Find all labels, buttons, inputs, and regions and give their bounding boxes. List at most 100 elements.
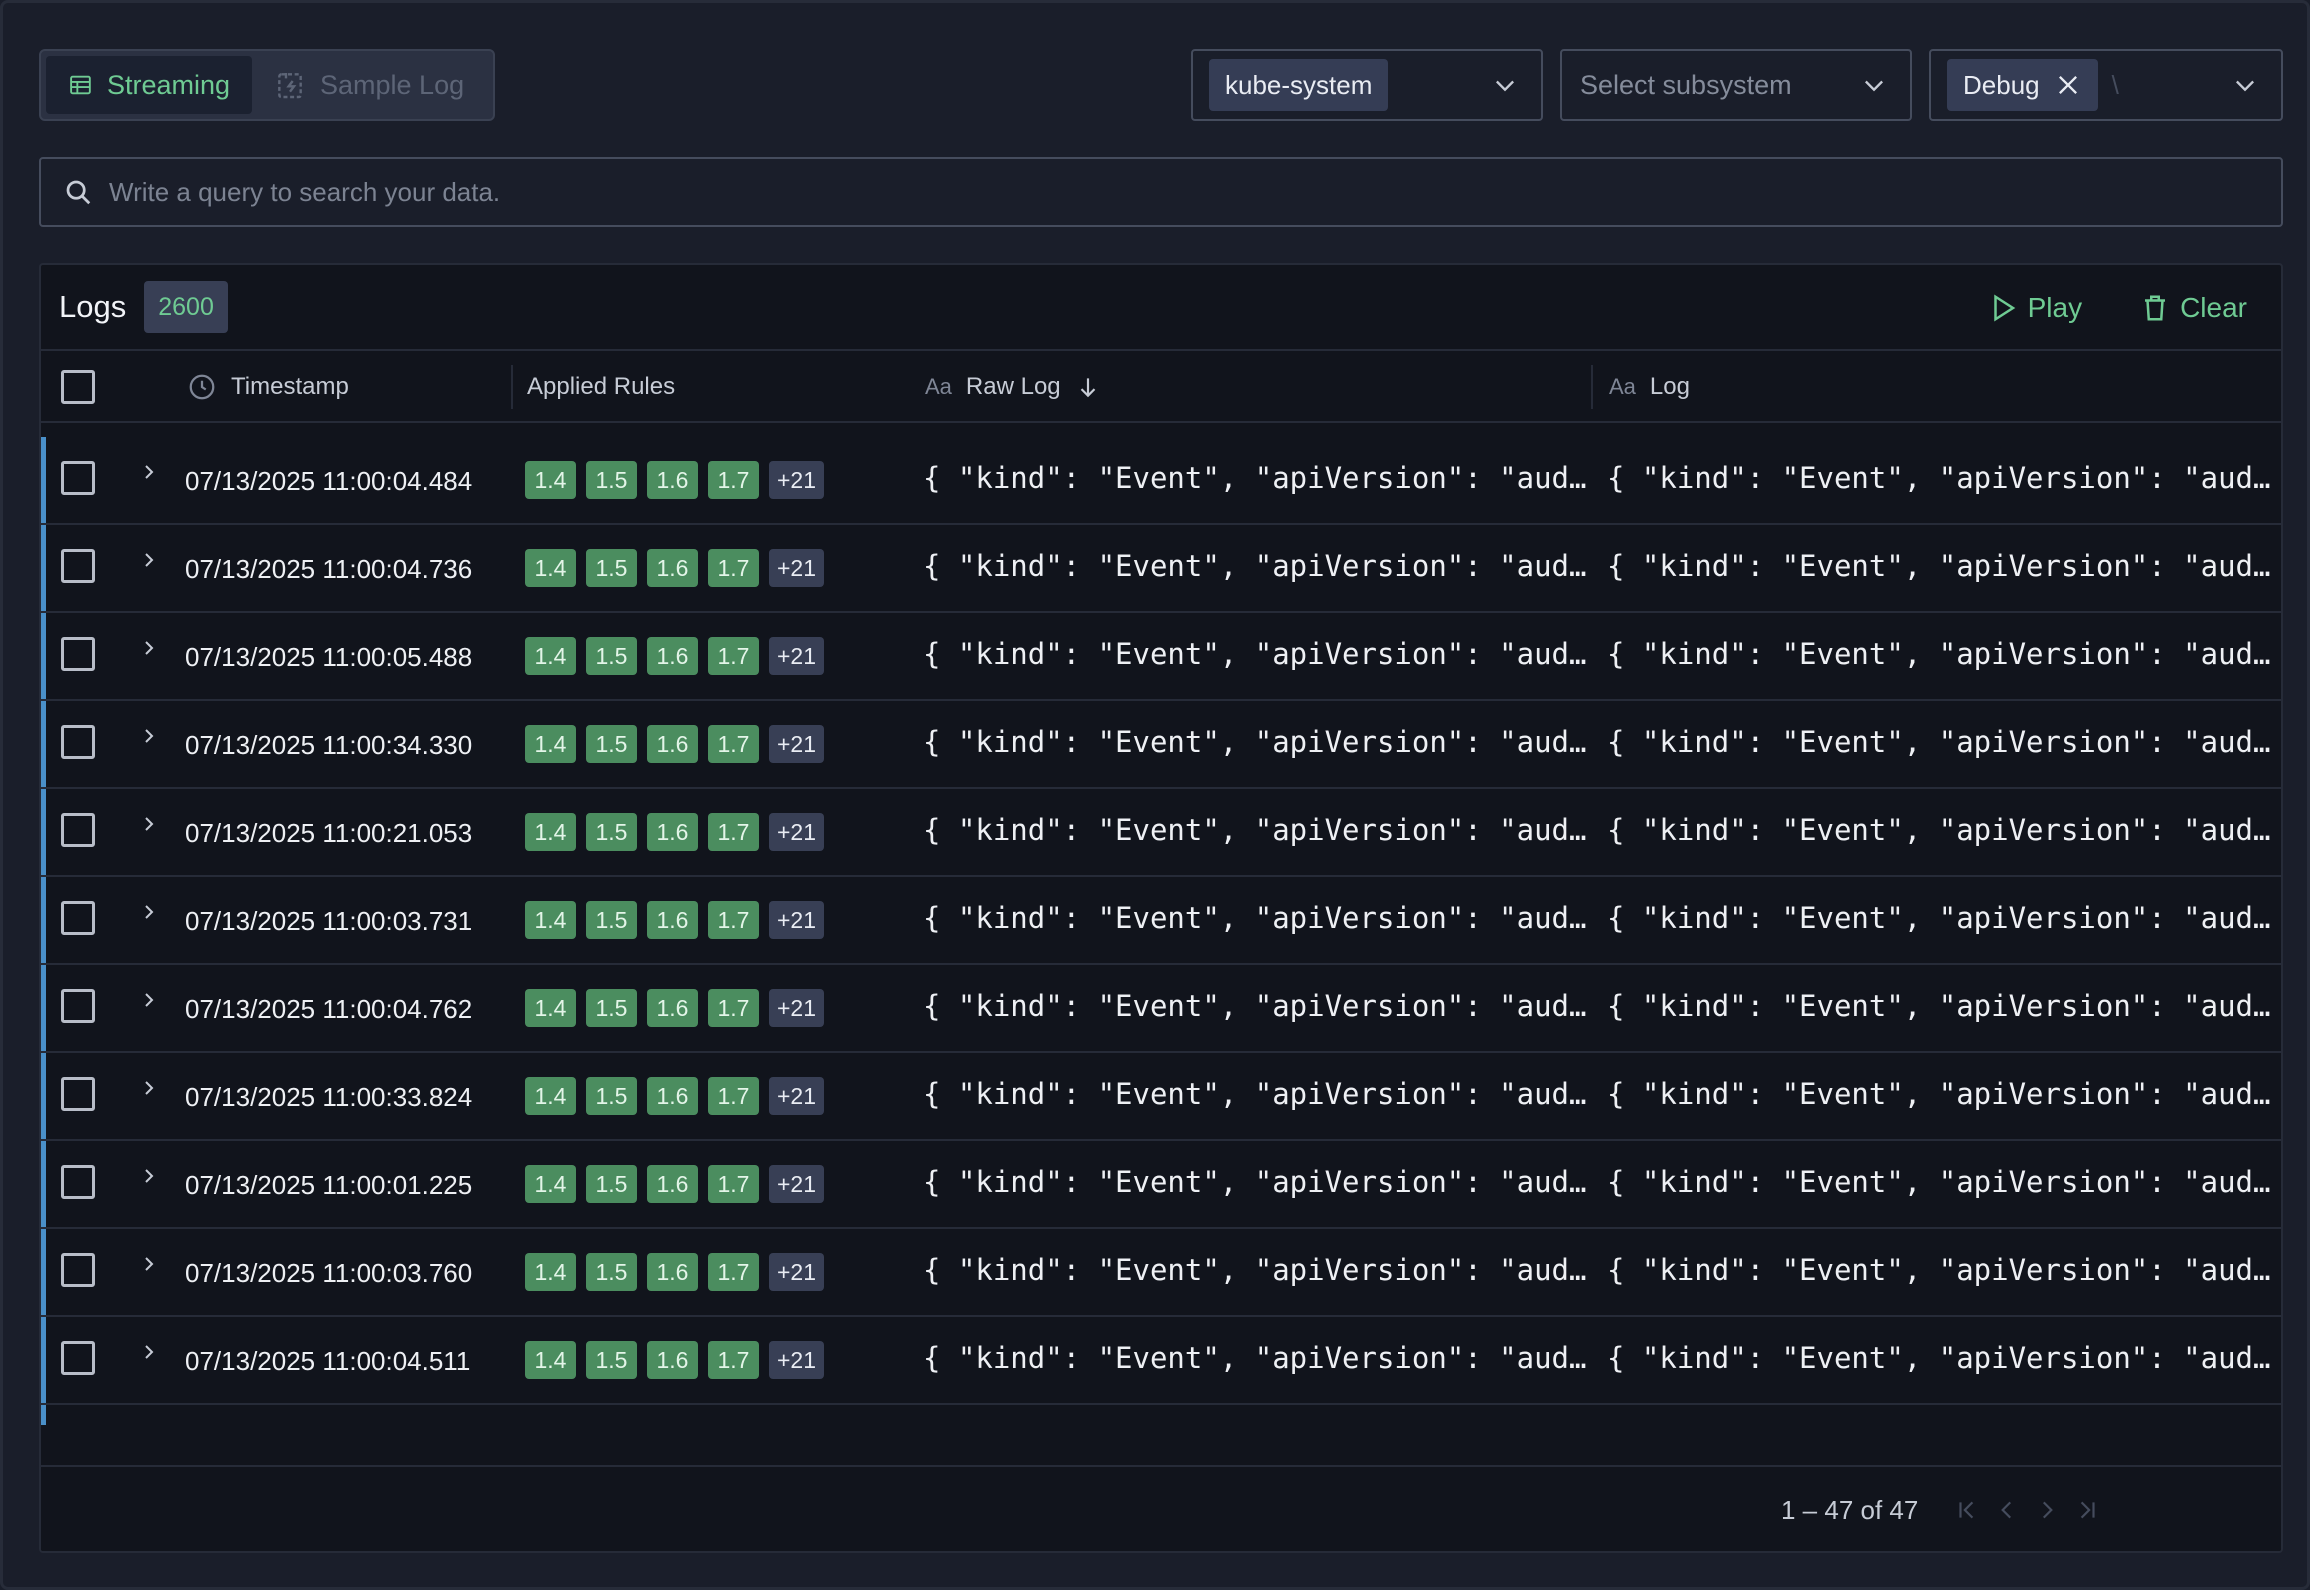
rule-badge[interactable]: 1.4	[525, 1253, 576, 1291]
first-page-button[interactable]	[1951, 1493, 1983, 1527]
play-button[interactable]: Play	[1988, 292, 2082, 324]
rule-badge[interactable]: 1.5	[586, 901, 637, 939]
more-rules-badge[interactable]: +21	[769, 813, 825, 851]
rule-badge[interactable]: 1.4	[525, 813, 576, 851]
rule-badge[interactable]: 1.7	[708, 461, 759, 499]
rule-badge[interactable]: 1.7	[708, 901, 759, 939]
rule-badge[interactable]: 1.7	[708, 813, 759, 851]
rule-badge[interactable]: 1.5	[586, 549, 637, 587]
table-row[interactable]: 07/13/2025 11:00:03.760 1.4 1.5 1.6 1.7 +21 { …	[41, 1229, 2281, 1317]
close-icon[interactable]	[2054, 71, 2082, 99]
rule-badge[interactable]: 1.5	[586, 813, 637, 851]
table-row[interactable]: 07/13/2025 11:00:01.7261.41.51.61.7+21{ …	[41, 1405, 2281, 1425]
subsystem-select[interactable]: Select subsystem	[1560, 49, 1912, 121]
clear-button[interactable]: Clear	[2140, 292, 2247, 324]
chevron-right-icon[interactable]	[137, 457, 161, 487]
chevron-right-icon[interactable]	[137, 985, 161, 1015]
row-checkbox[interactable]	[61, 1341, 95, 1375]
chevron-right-icon[interactable]	[137, 633, 161, 663]
timestamp-column-header[interactable]: Timestamp	[187, 351, 349, 423]
rule-badge[interactable]: 1.4	[525, 725, 576, 763]
rule-badge[interactable]: 1.6	[647, 1253, 698, 1291]
chevron-down-icon[interactable]	[1860, 71, 1888, 99]
chevron-right-icon[interactable]	[137, 1161, 161, 1191]
raw-log-column-header[interactable]: Aa Raw Log	[925, 351, 1101, 423]
table-row[interactable]: 07/13/2025 11:00:04.736 1.4 1.5 1.6 1.7 +21 { …	[41, 525, 2281, 613]
more-rules-badge[interactable]: +21	[769, 989, 825, 1027]
row-checkbox[interactable]	[61, 1253, 95, 1287]
namespace-chip[interactable]: kube-system	[1209, 59, 1389, 111]
rule-badge[interactable]: 1.6	[647, 1165, 698, 1203]
rule-badge[interactable]: 1.5	[586, 1077, 637, 1115]
rule-badge[interactable]: 1.7	[708, 1165, 759, 1203]
next-page-button[interactable]	[2031, 1493, 2063, 1527]
level-chip[interactable]: Debug	[1947, 59, 2098, 111]
chevron-right-icon[interactable]	[137, 1073, 161, 1103]
sort-down-icon[interactable]	[1075, 374, 1101, 400]
rule-badge[interactable]: 1.7	[708, 549, 759, 587]
rule-badge[interactable]: 1.5	[586, 989, 637, 1027]
prev-page-button[interactable]	[1991, 1493, 2023, 1527]
more-rules-badge[interactable]: +21	[769, 901, 825, 939]
rule-badge[interactable]: 1.6	[647, 1077, 698, 1115]
level-select[interactable]: Debug \	[1929, 49, 2283, 121]
rule-badge[interactable]: 1.7	[708, 725, 759, 763]
rule-badge[interactable]: 1.4	[525, 549, 576, 587]
row-checkbox[interactable]	[61, 725, 95, 759]
rule-badge[interactable]: 1.7	[708, 1253, 759, 1291]
table-row[interactable]: 07/13/2025 11:00:05.488 1.4 1.5 1.6 1.7 +21 { …	[41, 613, 2281, 701]
rule-badge[interactable]: 1.4	[525, 461, 576, 499]
rule-badge[interactable]: 1.4	[525, 1341, 576, 1379]
row-checkbox[interactable]	[61, 989, 95, 1023]
sample-log-mode-button[interactable]: Sample Log	[252, 56, 486, 114]
last-page-button[interactable]	[2071, 1493, 2103, 1527]
chevron-down-icon[interactable]	[1491, 71, 1519, 99]
rule-badge[interactable]: 1.4	[525, 989, 576, 1027]
more-rules-badge[interactable]: +21	[769, 725, 825, 763]
table-row[interactable]: 07/13/2025 11:00:04.511 1.4 1.5 1.6 1.7 +21 { …	[41, 1317, 2281, 1405]
table-row[interactable]: 07/13/2025 11:00:03.731 1.4 1.5 1.6 1.7 +21 { …	[41, 877, 2281, 965]
rule-badge[interactable]: 1.5	[586, 637, 637, 675]
chevron-down-icon[interactable]	[2231, 71, 2259, 99]
rule-badge[interactable]: 1.5	[586, 725, 637, 763]
more-rules-badge[interactable]: +21	[769, 1341, 825, 1379]
rule-badge[interactable]: 1.7	[708, 1077, 759, 1115]
rule-badge[interactable]: 1.6	[647, 637, 698, 675]
rule-badge[interactable]: 1.6	[647, 549, 698, 587]
table-row[interactable]: 07/13/2025 11:00:04.762 1.4 1.5 1.6 1.7 +21 { …	[41, 965, 2281, 1053]
select-all-checkbox[interactable]	[61, 370, 95, 404]
table-row[interactable]: 07/13/2025 11:00:21.053 1.4 1.5 1.6 1.7 +21 { …	[41, 789, 2281, 877]
streaming-mode-button[interactable]: Streaming	[46, 56, 252, 114]
rule-badge[interactable]: 1.6	[647, 725, 698, 763]
row-checkbox[interactable]	[61, 901, 95, 935]
rule-badge[interactable]: 1.6	[647, 461, 698, 499]
log-column-header[interactable]: Aa Log	[1609, 351, 1690, 423]
rules-column-header[interactable]: Applied Rules	[527, 351, 675, 423]
row-checkbox[interactable]	[61, 813, 95, 847]
more-rules-badge[interactable]: +21	[769, 1165, 825, 1203]
more-rules-badge[interactable]: +21	[769, 461, 825, 499]
chevron-right-icon[interactable]	[137, 809, 161, 839]
rule-badge[interactable]: 1.5	[586, 1341, 637, 1379]
rule-badge[interactable]: 1.7	[708, 637, 759, 675]
row-checkbox[interactable]	[61, 1165, 95, 1199]
more-rules-badge[interactable]: +21	[769, 1253, 825, 1291]
rule-badge[interactable]: 1.4	[525, 1165, 576, 1203]
chevron-right-icon[interactable]	[137, 897, 161, 927]
row-checkbox[interactable]	[61, 1077, 95, 1111]
row-checkbox[interactable]	[61, 461, 95, 495]
table-row[interactable]: 07/13/2025 11:00:33.824 1.4 1.5 1.6 1.7 +21 { …	[41, 1053, 2281, 1141]
table-row[interactable]: 07/13/2025 11:00:04.484 1.4 1.5 1.6 1.7 +21 { …	[41, 437, 2281, 525]
rule-badge[interactable]: 1.6	[647, 901, 698, 939]
rule-badge[interactable]: 1.7	[708, 1341, 759, 1379]
rule-badge[interactable]: 1.4	[525, 901, 576, 939]
rule-badge[interactable]: 1.7	[708, 989, 759, 1027]
chevron-right-icon[interactable]	[137, 545, 161, 575]
rule-badge[interactable]: 1.5	[586, 1165, 637, 1203]
more-rules-badge[interactable]: +21	[769, 637, 825, 675]
search-input[interactable]	[109, 176, 2281, 208]
table-row[interactable]: 07/13/2025 11:00:01.225 1.4 1.5 1.6 1.7 +21 { …	[41, 1141, 2281, 1229]
rule-badge[interactable]: 1.6	[647, 813, 698, 851]
chevron-right-icon[interactable]	[137, 721, 161, 751]
rule-badge[interactable]: 1.6	[647, 989, 698, 1027]
